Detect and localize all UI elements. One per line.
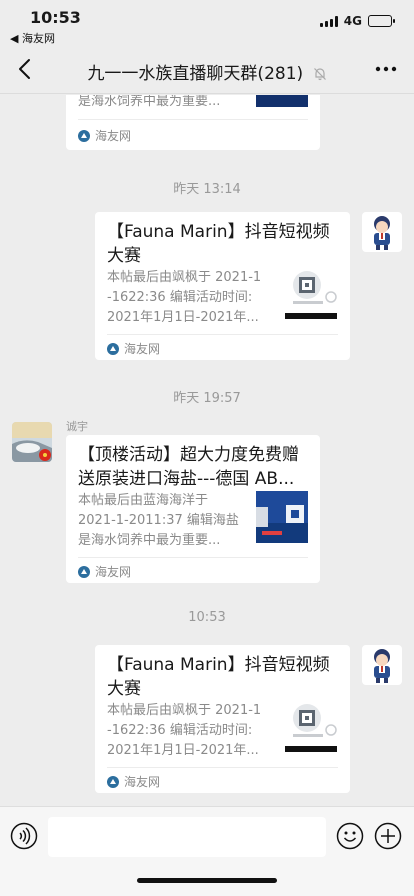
card-thumbnail <box>256 491 308 543</box>
status-bar: 10:53 ◀ 海友网 4G <box>0 0 414 46</box>
link-card[interactable]: 是海水饲养中最为重要... 海友网 <box>66 95 320 150</box>
site-logo-icon <box>78 129 90 142</box>
card-thumbnail <box>285 700 337 752</box>
link-card[interactable]: 【顶楼活动】超大力度免费赠 送原装进口海盐---德国 AB... 本帖最后由蓝海… <box>66 435 320 583</box>
back-icon[interactable] <box>14 56 38 82</box>
card-source-label: 海友网 <box>95 565 132 579</box>
site-logo-icon <box>78 565 90 578</box>
card-divider <box>78 119 308 120</box>
avatar[interactable] <box>12 422 52 462</box>
home-indicator[interactable] <box>137 878 277 883</box>
card-source: 海友网 <box>78 127 131 144</box>
cartoon-avatar-image <box>362 212 402 252</box>
chat-header: 九一一水族直播聊天群(281) <box>0 46 414 94</box>
chat-title-wrap: 九一一水族直播聊天群(281) <box>60 59 354 84</box>
chat-messages[interactable]: 是海水饲养中最为重要... 海友网 昨天 13:14 【Fauna Marin】… <box>0 95 414 806</box>
voice-icon[interactable] <box>10 822 38 850</box>
signal-icon <box>319 15 338 27</box>
bell-off-icon <box>313 68 326 81</box>
thumbnail-image <box>256 491 308 543</box>
card-title: 【Fauna Marin】抖音短视频 大赛 <box>107 655 330 699</box>
site-logo-icon <box>107 775 119 788</box>
card-title: 【顶楼活动】超大力度免费赠 送原装进口海盐---德国 AB... <box>78 445 299 489</box>
card-description: 是海水饲养中最为重要... <box>78 95 221 109</box>
card-divider <box>78 557 308 558</box>
card-thumbnail <box>256 95 308 107</box>
card-source-label: 海友网 <box>124 775 161 789</box>
card-description: 本帖最后由飒枫于 2021-1 -1622:36 编辑活动时间: 2021年1月… <box>107 703 262 758</box>
sender-name: 诚宇 <box>66 420 88 433</box>
card-divider <box>107 767 338 768</box>
thumbnail-image <box>256 95 308 107</box>
status-icons: 4G <box>319 14 395 28</box>
plus-icon[interactable] <box>374 822 402 850</box>
battery-icon <box>368 15 395 27</box>
time-separator: 昨天 19:57 <box>173 391 241 406</box>
avatar[interactable] <box>362 645 402 685</box>
qr-code-image <box>285 700 337 752</box>
qr-code-image <box>285 267 337 319</box>
card-source-label: 海友网 <box>124 342 161 356</box>
emoji-icon[interactable] <box>336 822 364 850</box>
card-title: 【Fauna Marin】抖音短视频 大赛 <box>107 222 330 266</box>
cartoon-avatar-image <box>362 645 402 685</box>
card-thumbnail <box>285 267 337 319</box>
time-separator: 10:53 <box>188 610 226 625</box>
network-type: 4G <box>343 14 362 28</box>
card-source: 海友网 <box>107 773 160 790</box>
back-to-app-link[interactable]: ◀ 海友网 <box>10 30 55 46</box>
card-source: 海友网 <box>107 340 160 357</box>
card-divider <box>107 334 338 335</box>
card-description: 本帖最后由飒枫于 2021-1 -1622:36 编辑活动时间: 2021年1月… <box>107 270 262 325</box>
site-logo-icon <box>107 342 119 355</box>
avatar[interactable] <box>362 212 402 252</box>
card-source-label: 海友网 <box>95 129 132 143</box>
card-description: 本帖最后由蓝海海洋于 2021-1-2011:37 编辑海盐 是海水饲养中最为重… <box>78 493 239 548</box>
user-avatar-image <box>12 422 52 462</box>
card-source: 海友网 <box>78 563 131 580</box>
link-card[interactable]: 【Fauna Marin】抖音短视频 大赛 本帖最后由飒枫于 2021-1 -1… <box>95 212 350 360</box>
time-separator: 昨天 13:14 <box>173 182 241 197</box>
chat-title: 九一一水族直播聊天群(281) <box>87 64 304 84</box>
link-card[interactable]: 【Fauna Marin】抖音短视频 大赛 本帖最后由飒枫于 2021-1 -1… <box>95 645 350 793</box>
more-dots-icon[interactable] <box>374 59 398 79</box>
status-time: 10:53 <box>30 8 81 27</box>
message-input[interactable] <box>48 817 326 857</box>
